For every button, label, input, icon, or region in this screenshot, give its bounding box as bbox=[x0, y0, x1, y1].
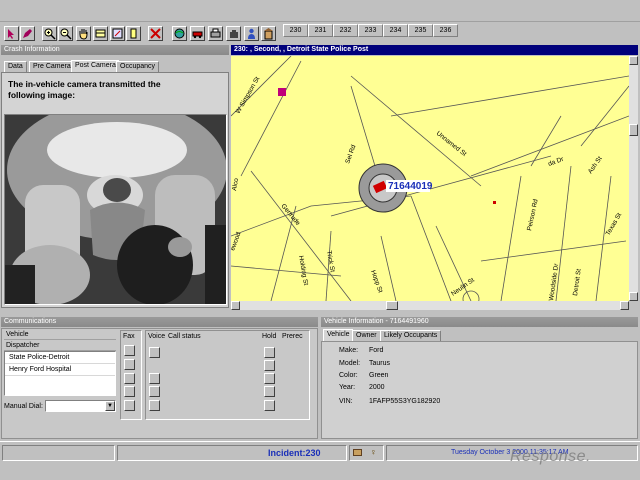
fax-label: Fax bbox=[123, 333, 135, 340]
zoom-in-icon[interactable] bbox=[42, 26, 57, 41]
list-item[interactable]: State Police-Detroit bbox=[5, 352, 115, 364]
incident-tab-236[interactable]: 236 bbox=[433, 24, 458, 37]
scroll-right-arrow-icon[interactable] bbox=[620, 301, 629, 310]
incident-tab-233[interactable]: 233 bbox=[358, 24, 383, 37]
fax-button[interactable] bbox=[124, 359, 135, 370]
incident-tab-231[interactable]: 231 bbox=[308, 24, 333, 37]
crash-panel-title: Crash Information bbox=[1, 45, 229, 55]
tab-likely-occupants[interactable]: Likely Occupants bbox=[380, 330, 442, 341]
camera-image bbox=[4, 114, 227, 305]
map-view[interactable]: 71644019 W Simpson St Unnamed St da Dr A… bbox=[231, 56, 629, 301]
field-value: Taurus bbox=[369, 360, 391, 367]
building-icon[interactable] bbox=[261, 26, 276, 41]
status-cell-incident: Incident:230 bbox=[117, 445, 347, 461]
folder-icon bbox=[353, 449, 362, 456]
globe-icon[interactable] bbox=[172, 26, 187, 41]
info-icon[interactable] bbox=[126, 26, 141, 41]
lightbulb-icon: ♀ bbox=[370, 447, 377, 457]
draw-tool-icon[interactable] bbox=[20, 26, 35, 41]
incident-tab-234[interactable]: 234 bbox=[383, 24, 408, 37]
hand-icon[interactable] bbox=[226, 26, 241, 41]
clear-icon[interactable] bbox=[148, 26, 163, 41]
tab-data[interactable]: Data bbox=[4, 61, 27, 72]
menu-strip bbox=[0, 0, 640, 22]
hold-button[interactable] bbox=[264, 373, 275, 384]
map-horizontal-scrollbar[interactable] bbox=[231, 301, 629, 310]
call-status-label: Call status bbox=[168, 333, 201, 340]
tab-vehicle[interactable]: Vehicle bbox=[323, 329, 354, 341]
vehicle-panel-title: Vehicle Information - 7164491960 bbox=[321, 317, 638, 327]
street-map[interactable]: 71644019 W Simpson St Unnamed St da Dr A… bbox=[231, 56, 629, 301]
tab-post-camera[interactable]: Post Camera bbox=[71, 60, 120, 72]
field-value: 2000 bbox=[369, 384, 385, 391]
voice-label: Voice bbox=[148, 333, 166, 340]
voice-call-button[interactable] bbox=[149, 386, 160, 397]
incident-tab-232[interactable]: 232 bbox=[333, 24, 358, 37]
voice-call-area bbox=[145, 330, 310, 420]
map-panel-title: 230: , Second, , Detroit State Police Po… bbox=[231, 45, 638, 55]
incident-tab-230[interactable]: 230 bbox=[283, 24, 308, 37]
tab-occupancy[interactable]: Occupancy bbox=[116, 61, 160, 72]
scroll-thumb[interactable] bbox=[386, 301, 398, 310]
field-value: Ford bbox=[369, 347, 384, 354]
incident-indicator: Incident:230 bbox=[268, 448, 321, 458]
fax-button[interactable] bbox=[124, 386, 135, 397]
tab-owner[interactable]: Owner bbox=[352, 330, 381, 341]
voice-call-button[interactable] bbox=[149, 347, 160, 358]
list-item[interactable]: Henry Ford Hospital bbox=[5, 364, 115, 376]
select-arrow-icon[interactable] bbox=[4, 26, 19, 41]
toolbar: 230 231 232 233 234 235 236 bbox=[0, 0, 640, 44]
prerec-label: Prerec bbox=[282, 333, 303, 340]
voice-call-button[interactable] bbox=[149, 400, 160, 411]
scroll-up-arrow-icon[interactable] bbox=[629, 56, 638, 65]
car-interior-photo bbox=[5, 115, 226, 304]
vehicle-map-label: 71644019 bbox=[388, 181, 433, 192]
user-icon[interactable] bbox=[244, 26, 259, 41]
hold-button[interactable] bbox=[264, 347, 275, 358]
status-cell bbox=[2, 445, 115, 461]
status-icons-cell: ♀ bbox=[349, 445, 384, 461]
comm-panel-title: Communications bbox=[1, 317, 318, 327]
scroll-left-arrow-icon[interactable] bbox=[231, 301, 240, 310]
chevron-down-icon[interactable]: ▼ bbox=[105, 401, 115, 411]
manual-dial-label: Manual Dial: bbox=[4, 403, 43, 410]
fax-button[interactable] bbox=[124, 400, 135, 411]
dispatcher-column-label: Dispatcher bbox=[4, 341, 116, 351]
field-value: Green bbox=[369, 372, 389, 379]
map-vertical-scrollbar[interactable] bbox=[629, 56, 638, 301]
hold-button[interactable] bbox=[264, 386, 275, 397]
layers-icon[interactable] bbox=[93, 26, 108, 41]
scroll-thumb[interactable] bbox=[629, 124, 638, 136]
hold-button[interactable] bbox=[264, 400, 275, 411]
zoom-out-icon[interactable] bbox=[58, 26, 73, 41]
pan-hand-icon[interactable] bbox=[76, 26, 91, 41]
incident-tab-235[interactable]: 235 bbox=[408, 24, 433, 37]
contact-list[interactable]: State Police-Detroit Henry Ford Hospital bbox=[4, 351, 116, 396]
camera-message: The in-vehicle camera transmitted the fo… bbox=[8, 79, 161, 100]
fax-button[interactable] bbox=[124, 345, 135, 356]
field-value: 1FAFP55S3YG182920 bbox=[369, 398, 441, 405]
watermark-logo: Response. bbox=[510, 448, 591, 465]
print-icon[interactable] bbox=[208, 26, 223, 41]
scroll-down-arrow-icon[interactable] bbox=[629, 292, 638, 301]
hold-button[interactable] bbox=[264, 360, 275, 371]
vehicle-icon[interactable] bbox=[190, 26, 205, 41]
fax-button[interactable] bbox=[124, 373, 135, 384]
hold-label: Hold bbox=[262, 333, 277, 340]
tab-pre-camera[interactable]: Pre Camera bbox=[29, 61, 75, 72]
voice-call-button[interactable] bbox=[149, 373, 160, 384]
manual-dial-select[interactable]: ▼ bbox=[45, 400, 116, 412]
measure-icon[interactable] bbox=[110, 26, 125, 41]
vehicle-column-label: Vehicle bbox=[4, 330, 116, 340]
